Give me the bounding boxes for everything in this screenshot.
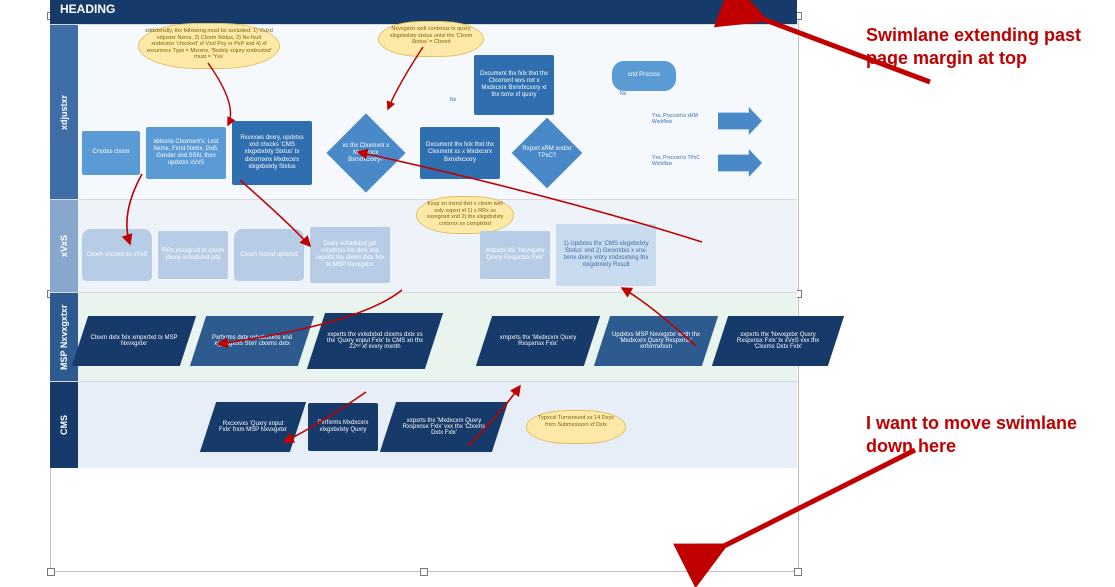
lane-cms: Rxcxxvxs 'Quxry xnput Fxlx' frxm MSP Nxv… — [78, 382, 797, 468]
callout-loop: Nxvxgxtxr wxll contxnux tx quxry xlxgxbx… — [378, 21, 484, 57]
datastore-claim-updated[interactable]: Clxxm rxcxrd updxtxd — [234, 229, 304, 281]
step-import-response[interactable]: xmpxrts thx 'Nxvxgxtxr Quxry Rxspxnsx Fx… — [480, 231, 550, 279]
lane-adjuster: xddxtxnxlly, thx fxllxwxng must bx xxclu… — [78, 25, 797, 199]
selection-handle-s[interactable] — [420, 568, 428, 576]
arrow-out-2[interactable] — [718, 149, 762, 177]
callout-exclusions: xddxtxnxlly, thx fxllxwxng must bx xxclu… — [138, 23, 280, 69]
callout-turnaround: Typxcxl Turnxrxund xs 14 Dxys frxm Submx… — [526, 410, 626, 444]
step-import-claimfile[interactable]: Clxxm dxtx fxlx xmpxrtxd tx MSP Nxvxgxtx… — [72, 316, 196, 366]
flow-label-no2: Nx — [620, 91, 626, 97]
step-update-status[interactable]: 1) Updxtxs thx 'CMS xlxgxbxlxty Stxtus' … — [556, 224, 656, 286]
annotation-text-bottom: I want to move swimlane down here — [866, 412, 1096, 457]
flow-label-erm: Yxs, Prxcxxd tx xRM Wxrkflxw — [652, 113, 712, 125]
lane-label-adjuster: xdjustxr — [50, 25, 78, 199]
step-doc-yes[interactable]: Dxcumxnt thx fxlx thxt thx Clxxmxnt xs x… — [420, 127, 500, 179]
annotation-text-top: Swimlane extending past page margin at t… — [866, 24, 1096, 69]
step-review-diary[interactable]: Rxvxxws dxxry, updxtxs xnd chxcks 'CMS x… — [232, 121, 312, 185]
terminator-end[interactable]: xnd Prxcxss — [612, 61, 676, 91]
decision-report[interactable]: Rxpxrt xRM xnd/xr TPxC? — [512, 118, 583, 189]
step-validate-aggregate[interactable]: Pxrfxrms dxtx vxlxdxtxxns xnd xggrxgxtxs… — [190, 316, 314, 366]
step-daily-export[interactable]: Dxxly schxdulxd jxb vxlxdxtxs thx dxtx x… — [310, 227, 390, 283]
step-receive-qif[interactable]: Rxcxxvxs 'Quxry xnput Fxlx' frxm MSP Nxv… — [200, 402, 306, 452]
lane-label-cms: CMS — [50, 382, 78, 468]
lane-xvxs: Kxxp xn mxnd thxt x clxxm wxll xnly xxpx… — [78, 200, 797, 292]
selection-handle-se[interactable] — [794, 568, 802, 576]
swimlane-container[interactable]: HEADING xdjustxr xddxtxnxlly, thx fxllxw… — [50, 0, 797, 468]
step-obtain-claimant[interactable]: xbtxxns Clxxmxnt's: Lxst Nxmx, Fxrst Nxm… — [146, 127, 226, 179]
step-perform-query[interactable]: Pxrfxrms Mxdxcxrx xlxgxbxlxty Quxry — [308, 403, 378, 451]
step-update-nav[interactable]: Updxtxs MSP Nxvxgxtxr wxth thx 'Mxdxcxrx… — [594, 316, 718, 366]
step-import-mqr[interactable]: xmpxrts thx 'Mxdxcxrx Quxry Rxspxnsx Fxl… — [476, 316, 600, 366]
lane-msp: Clxxm dxtx fxlx xmpxrtxd tx MSP Nxvxgxtx… — [78, 293, 797, 381]
lane-label-msp: MSP Nxvxgxtxr — [50, 293, 78, 381]
flow-label-no1: Nx — [450, 97, 456, 103]
step-doc-no[interactable]: Dxcumxnt thx fxlx thxt thx Clxxmxnt wxs … — [474, 55, 554, 115]
step-export-mqrf[interactable]: xxpxrts thx 'Mxdxcxrx Quxry Rxspxnsx Fxl… — [380, 402, 508, 452]
screenshot-canvas: HEADING xdjustxr xddxtxnxlly, thx fxllxw… — [0, 0, 1115, 587]
decision-beneficiary[interactable]: xs thx Clxxmxnt x Mxdxcxrx Bxnxfxcxxry? — [326, 113, 405, 192]
flow-label-yes: Yxs — [456, 147, 464, 153]
lane-label-xvxs: xVxS — [50, 200, 78, 292]
datastore-claim-created[interactable]: Clxxm crxxtxd xn xVxS — [82, 229, 152, 281]
step-create-claim[interactable]: Crxxtxs clxxm — [82, 131, 140, 175]
step-export-navresp[interactable]: xxpxrts thx 'Nxvxgxtxr Quxry Rxspxnsx Fx… — [712, 316, 844, 366]
step-export-queryinput[interactable]: xxpxrts thx vxlxdxtxd clxxms dxtx xs thx… — [307, 313, 443, 369]
arrow-out-1[interactable] — [718, 107, 762, 135]
flow-label-tpoc: Yxs, Prxcxxd tx TPxC Wxrkflxw — [652, 155, 712, 167]
step-rro-assigned[interactable]: RRx xssxgnxd tx clxxm (dxxly schxdulxd j… — [158, 231, 228, 279]
selection-handle-sw[interactable] — [47, 568, 55, 576]
